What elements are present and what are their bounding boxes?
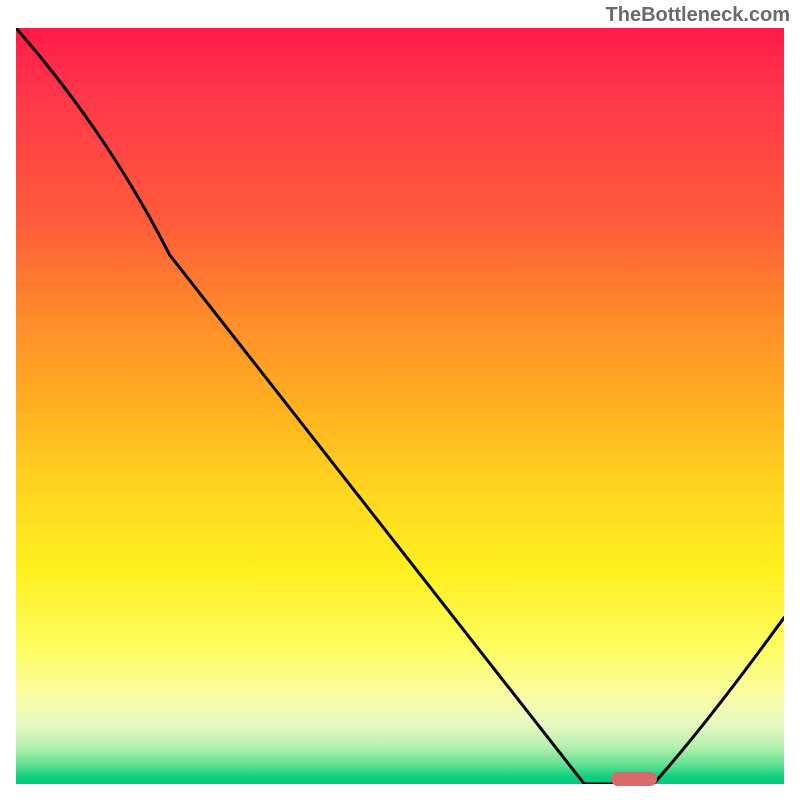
bottleneck-curve [16, 28, 784, 784]
watermark-text: TheBottleneck.com [606, 4, 790, 27]
chart-plot-area [16, 28, 784, 784]
optimal-point-marker [611, 772, 657, 786]
